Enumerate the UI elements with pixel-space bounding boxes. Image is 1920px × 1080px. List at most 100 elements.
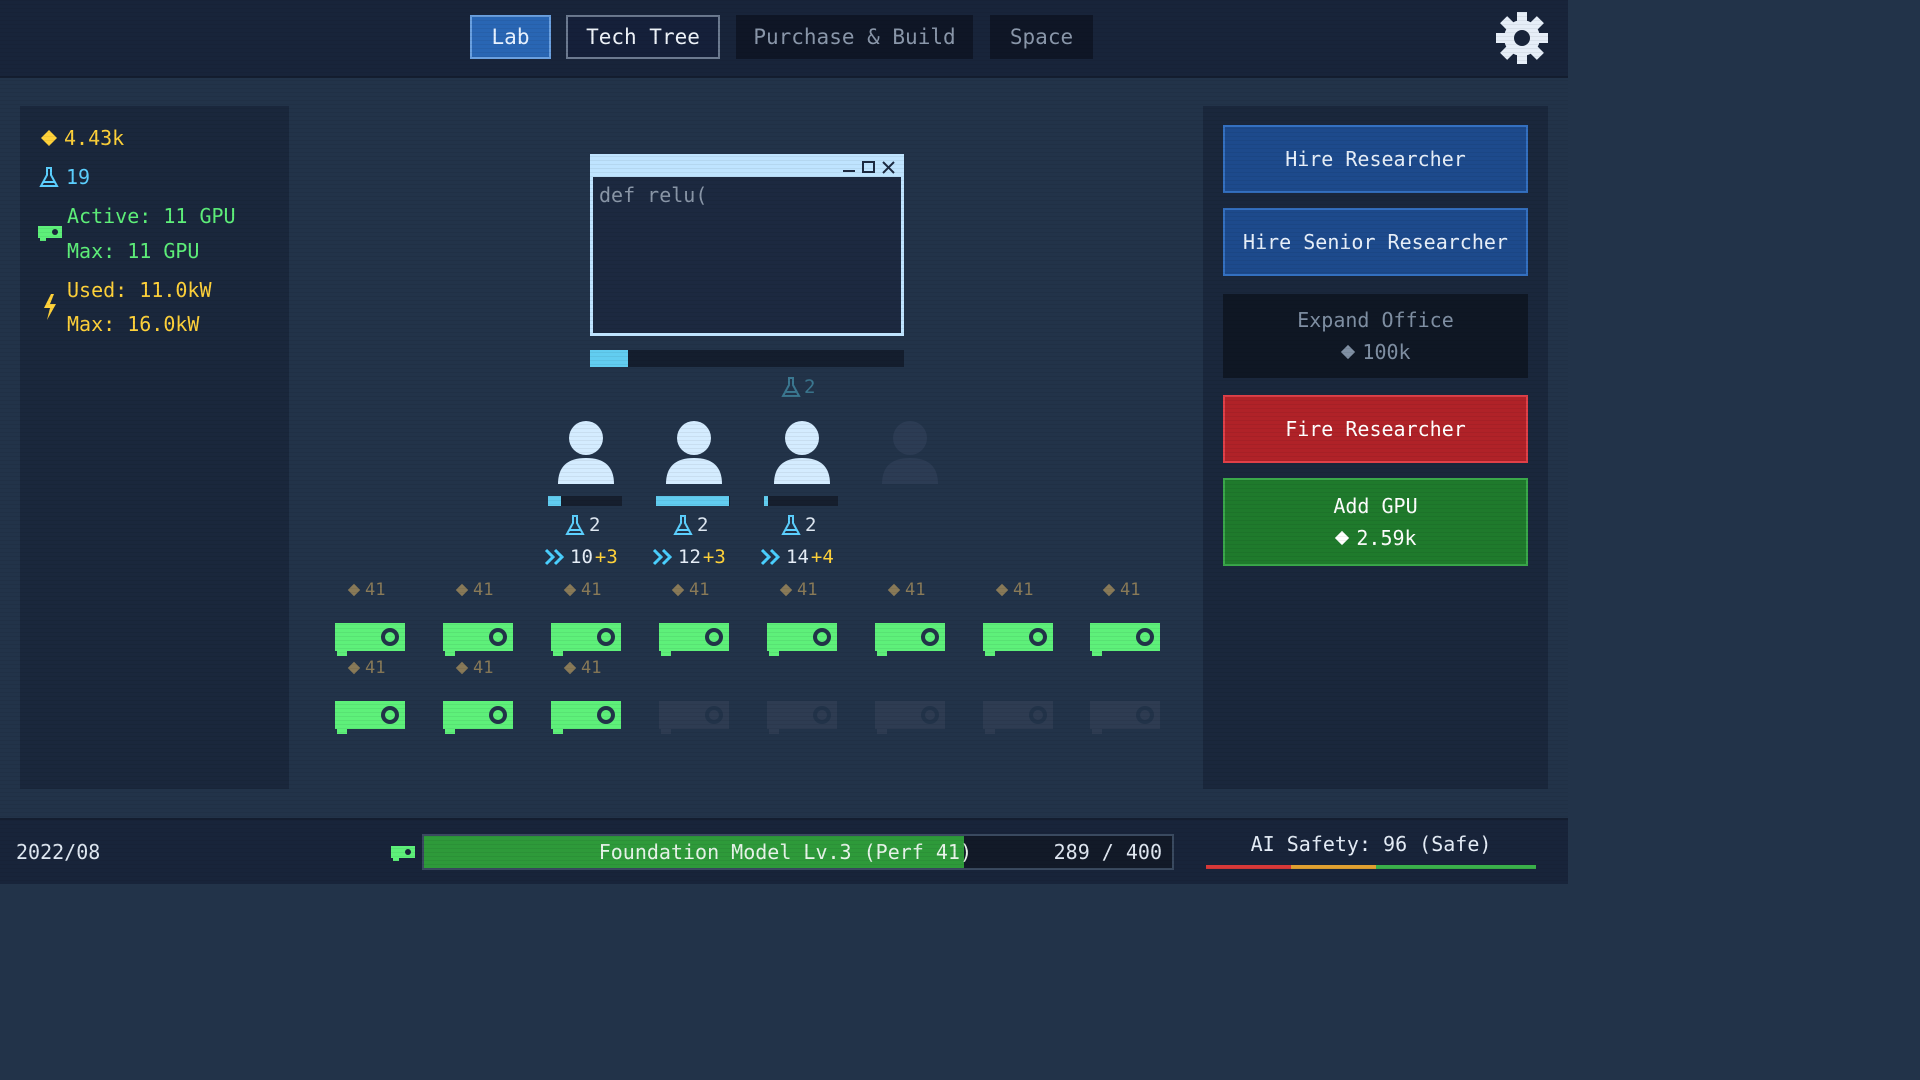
researcher-science-value: 2 — [805, 514, 817, 536]
gpu-card[interactable] — [983, 623, 1053, 657]
gpu-performance-label: 41 — [563, 580, 601, 600]
gpu-icon — [1090, 701, 1160, 734]
researcher-science: 2 — [672, 514, 708, 536]
gpu-icon — [335, 623, 405, 656]
hire-senior-researcher-label: Hire Senior Researcher — [1243, 230, 1508, 254]
diamond-icon — [455, 583, 469, 597]
gpu-card[interactable] — [551, 623, 621, 657]
researcher-speed: 10 +3 — [544, 546, 618, 568]
gpu-card[interactable] — [767, 623, 837, 657]
diamond-icon — [1341, 344, 1356, 360]
researcher-avatar-icon — [666, 421, 722, 484]
gpu-performance-label: 41 — [347, 580, 385, 600]
gpu-icon — [875, 701, 945, 734]
gpu-card[interactable] — [443, 701, 513, 735]
gpu-card[interactable] — [659, 623, 729, 657]
gpu-card[interactable] — [335, 623, 405, 657]
code-window-titlebar — [593, 157, 901, 177]
hire-senior-researcher-button[interactable]: Hire Senior Researcher — [1223, 208, 1528, 276]
researcher-science: 2 — [564, 514, 600, 536]
science-value: 19 — [66, 165, 91, 189]
gpu-icon — [659, 701, 729, 734]
gpu-performance-value: 41 — [581, 658, 602, 678]
code-progress-fill — [590, 350, 628, 367]
gpu-performance-label: 41 — [455, 658, 493, 678]
double-chevron-icon — [760, 548, 781, 566]
fire-researcher-button[interactable]: Fire Researcher — [1223, 395, 1528, 463]
gpu-icon — [551, 701, 621, 734]
gpu-icon — [335, 701, 405, 734]
ai-safety-bar — [1206, 865, 1536, 869]
gpu-card[interactable] — [443, 623, 513, 657]
gear-icon[interactable] — [1494, 10, 1550, 66]
gpu-max-stat: Max: 11 GPU — [67, 239, 200, 263]
add-gpu-label: Add GPU — [1333, 494, 1418, 518]
expand-office-button[interactable]: Expand Office 100k — [1223, 294, 1528, 378]
researcher-progress-fill — [764, 496, 768, 506]
gpu-performance-value: 41 — [581, 580, 602, 600]
flask-icon — [781, 515, 801, 535]
diamond-icon — [455, 661, 469, 675]
researcher-science: 2 — [780, 514, 816, 536]
tab-lab[interactable]: Lab — [470, 15, 551, 59]
add-gpu-cost: 2.59k — [1334, 526, 1417, 550]
gpu-card[interactable] — [551, 701, 621, 735]
flask-icon — [673, 515, 693, 535]
gpu-icon — [983, 623, 1053, 656]
empty-gpu-slot[interactable] — [875, 701, 945, 735]
researcher-science-value: 2 — [589, 514, 601, 536]
lab-science-rate: 2 — [780, 376, 815, 398]
tab-tech-tree[interactable]: Tech Tree — [566, 15, 720, 59]
hire-researcher-button[interactable]: Hire Researcher — [1223, 125, 1528, 193]
researcher-progress-bar — [548, 496, 622, 506]
empty-gpu-slot[interactable] — [767, 701, 837, 735]
tab-space[interactable]: Space — [990, 15, 1093, 59]
expand-office-cost-value: 100k — [1362, 340, 1411, 364]
gpu-icon — [443, 623, 513, 656]
tab-purchase-build[interactable]: Purchase & Build — [736, 15, 973, 59]
diamond-icon — [887, 583, 901, 597]
researcher-speed-bonus: +3 — [594, 546, 618, 568]
empty-gpu-slot[interactable] — [659, 701, 729, 735]
researcher-speed-bonus: +4 — [810, 546, 834, 568]
gpu-performance-value: 41 — [1013, 580, 1034, 600]
add-gpu-cost-value: 2.59k — [1356, 526, 1417, 550]
gpu-performance-value: 41 — [905, 580, 926, 600]
diamond-icon — [563, 661, 577, 675]
researcher-speed: 12 +3 — [652, 546, 726, 568]
actions-panel: Hire Researcher Hire Senior Researcher E… — [1203, 106, 1548, 789]
researcher-progress-fill — [548, 496, 562, 506]
researcher-science-value: 2 — [697, 514, 709, 536]
gpu-performance-label: 41 — [455, 580, 493, 600]
gpu-performance-value: 41 — [797, 580, 818, 600]
model-training-progress: Foundation Model Lv.3 (Perf 41) 289 / 40… — [422, 834, 1174, 870]
gpu-performance-label: 41 — [347, 658, 385, 678]
gpu-performance-label: 41 — [995, 580, 1033, 600]
empty-gpu-slot[interactable] — [983, 701, 1053, 735]
power-used-stat: Used: 11.0kW — [67, 278, 212, 302]
gpu-performance-value: 41 — [365, 580, 386, 600]
top-bar: Lab Tech Tree Purchase & Build Space — [0, 0, 1568, 78]
gpu-icon — [551, 623, 621, 656]
stats-panel: 4.43k 19 Active: 11 GPU Max: 11 GPU Used… — [20, 106, 289, 789]
gpu-card[interactable] — [335, 701, 405, 735]
diamond-icon — [995, 583, 1009, 597]
gpu-icon — [443, 701, 513, 734]
gpu-icon — [1090, 623, 1160, 656]
add-gpu-button[interactable]: Add GPU 2.59k — [1223, 478, 1528, 566]
empty-gpu-slot[interactable] — [1090, 701, 1160, 735]
model-count: 289 / 400 — [1053, 840, 1162, 864]
researcher-avatar-icon — [882, 421, 938, 484]
flask-icon — [565, 515, 585, 535]
researcher-avatar-icon — [774, 421, 830, 484]
gpu-icon — [767, 701, 837, 734]
gpu-card[interactable] — [1090, 623, 1160, 657]
gpu-card[interactable] — [875, 623, 945, 657]
diamond-icon — [347, 583, 361, 597]
double-chevron-icon — [652, 548, 673, 566]
gpu-performance-label: 41 — [887, 580, 925, 600]
gpu-active-stat: Active: 11 GPU — [67, 204, 236, 228]
researcher-avatar-icon — [558, 421, 614, 484]
diamond-icon — [779, 583, 793, 597]
code-window: def relu( — [590, 154, 904, 336]
